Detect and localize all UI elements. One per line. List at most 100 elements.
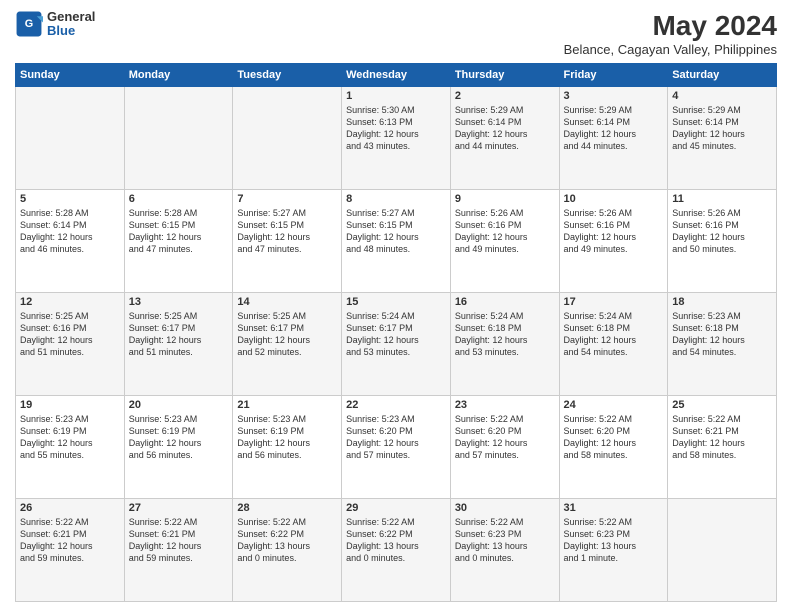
col-wednesday: Wednesday — [342, 64, 451, 87]
day-number: 19 — [20, 399, 120, 411]
day-number: 20 — [129, 399, 229, 411]
table-row: 2 Sunrise: 5:29 AM Sunset: 6:14 PM Daylig… — [450, 87, 559, 190]
calendar-header-row: Sunday Monday Tuesday Wednesday Thursday… — [16, 64, 777, 87]
day-info: Sunrise: 5:22 AM Sunset: 6:20 PM Dayligh… — [564, 413, 664, 462]
day-info: Sunrise: 5:24 AM Sunset: 6:18 PM Dayligh… — [564, 310, 664, 359]
table-row: 27Sunrise: 5:22 AM Sunset: 6:21 PM Dayli… — [124, 499, 233, 602]
table-row: 21 Sunrise: 5:23 AM Sunset: 6:19 PM Dayli… — [233, 396, 342, 499]
table-row: 1Sunrise: 5:30 AM Sunset: 6:13 PM Daylig… — [342, 87, 451, 190]
table-row: 12Sunrise: 5:25 AM Sunset: 6:16 PM Dayli… — [16, 293, 125, 396]
day-number: 29 — [346, 502, 446, 514]
col-thursday: Thursday — [450, 64, 559, 87]
day-info: Sunrise: 5:23 AM Sunset: 6:18 PM Dayligh… — [672, 310, 772, 359]
calendar-week-4: 19 Sunrise: 5:23 AM Sunset: 6:19 PM Dayli… — [16, 396, 777, 499]
table-row: 5Sunrise: 5:28 AM Sunset: 6:14 PM Daylig… — [16, 190, 125, 293]
table-row — [16, 87, 125, 190]
day-number: 14 — [237, 296, 337, 308]
day-number: 22 — [346, 399, 446, 411]
col-monday: Monday — [124, 64, 233, 87]
calendar-week-2: 5Sunrise: 5:28 AM Sunset: 6:14 PM Daylig… — [16, 190, 777, 293]
table-row: 17 Sunrise: 5:24 AM Sunset: 6:18 PM Dayli… — [559, 293, 668, 396]
table-row: 13Sunrise: 5:25 AM Sunset: 6:17 PM Dayli… — [124, 293, 233, 396]
day-info: Sunrise: 5:22 AM Sunset: 6:23 PM Dayligh… — [564, 516, 664, 565]
logo-general-text: General — [47, 10, 95, 24]
day-number: 30 — [455, 502, 555, 514]
table-row — [233, 87, 342, 190]
table-row: 26Sunrise: 5:22 AM Sunset: 6:21 PM Dayli… — [16, 499, 125, 602]
svg-text:G: G — [25, 18, 33, 30]
day-number: 23 — [455, 399, 555, 411]
day-info: Sunrise: 5:25 AM Sunset: 6:17 PM Dayligh… — [237, 310, 337, 359]
logo-icon: G — [15, 10, 43, 38]
day-number: 1 — [346, 90, 446, 102]
day-info: Sunrise: 5:23 AM Sunset: 6:19 PM Dayligh… — [20, 413, 120, 462]
table-row: 3 Sunrise: 5:29 AM Sunset: 6:14 PM Daylig… — [559, 87, 668, 190]
day-info: Sunrise: 5:22 AM Sunset: 6:20 PM Dayligh… — [455, 413, 555, 462]
day-info: Sunrise: 5:22 AM Sunset: 6:23 PM Dayligh… — [455, 516, 555, 565]
day-info: Sunrise: 5:28 AM Sunset: 6:15 PM Dayligh… — [129, 207, 229, 256]
day-info: Sunrise: 5:26 AM Sunset: 6:16 PM Dayligh… — [455, 207, 555, 256]
table-row — [668, 499, 777, 602]
day-number: 31 — [564, 502, 664, 514]
day-number: 9 — [455, 193, 555, 205]
table-row: 18 Sunrise: 5:23 AM Sunset: 6:18 PM Dayli… — [668, 293, 777, 396]
table-row: 29Sunrise: 5:22 AM Sunset: 6:22 PM Dayli… — [342, 499, 451, 602]
day-info: Sunrise: 5:23 AM Sunset: 6:20 PM Dayligh… — [346, 413, 446, 462]
day-info: Sunrise: 5:23 AM Sunset: 6:19 PM Dayligh… — [129, 413, 229, 462]
table-row: 30 Sunrise: 5:22 AM Sunset: 6:23 PM Dayli… — [450, 499, 559, 602]
table-row: 7 Sunrise: 5:27 AM Sunset: 6:15 PM Daylig… — [233, 190, 342, 293]
day-info: Sunrise: 5:27 AM Sunset: 6:15 PM Dayligh… — [346, 207, 446, 256]
day-info: Sunrise: 5:23 AM Sunset: 6:19 PM Dayligh… — [237, 413, 337, 462]
day-info: Sunrise: 5:26 AM Sunset: 6:16 PM Dayligh… — [672, 207, 772, 256]
table-row: 11Sunrise: 5:26 AM Sunset: 6:16 PM Dayli… — [668, 190, 777, 293]
day-number: 21 — [237, 399, 337, 411]
day-info: Sunrise: 5:26 AM Sunset: 6:16 PM Dayligh… — [564, 207, 664, 256]
calendar-table: Sunday Monday Tuesday Wednesday Thursday… — [15, 63, 777, 602]
table-row: 20 Sunrise: 5:23 AM Sunset: 6:19 PM Dayli… — [124, 396, 233, 499]
table-row: 28 Sunrise: 5:22 AM Sunset: 6:22 PM Dayli… — [233, 499, 342, 602]
day-number: 17 — [564, 296, 664, 308]
table-row: 10 Sunrise: 5:26 AM Sunset: 6:16 PM Dayli… — [559, 190, 668, 293]
day-info: Sunrise: 5:22 AM Sunset: 6:22 PM Dayligh… — [237, 516, 337, 565]
logo-blue-text: Blue — [47, 24, 95, 38]
logo-text: General Blue — [47, 10, 95, 39]
day-info: Sunrise: 5:28 AM Sunset: 6:14 PM Dayligh… — [20, 207, 120, 256]
day-number: 24 — [564, 399, 664, 411]
day-number: 18 — [672, 296, 772, 308]
day-number: 8 — [346, 193, 446, 205]
day-info: Sunrise: 5:29 AM Sunset: 6:14 PM Dayligh… — [672, 104, 772, 153]
day-number: 4 — [672, 90, 772, 102]
day-number: 7 — [237, 193, 337, 205]
title-area: May 2024 Belance, Cagayan Valley, Philip… — [564, 10, 777, 57]
day-info: Sunrise: 5:29 AM Sunset: 6:14 PM Dayligh… — [564, 104, 664, 153]
page: G General Blue May 2024 Belance, Cagayan… — [0, 0, 792, 612]
day-number: 27 — [129, 502, 229, 514]
day-number: 25 — [672, 399, 772, 411]
table-row: 8 Sunrise: 5:27 AM Sunset: 6:15 PM Daylig… — [342, 190, 451, 293]
day-info: Sunrise: 5:27 AM Sunset: 6:15 PM Dayligh… — [237, 207, 337, 256]
day-info: Sunrise: 5:25 AM Sunset: 6:16 PM Dayligh… — [20, 310, 120, 359]
table-row: 15Sunrise: 5:24 AM Sunset: 6:17 PM Dayli… — [342, 293, 451, 396]
day-info: Sunrise: 5:29 AM Sunset: 6:14 PM Dayligh… — [455, 104, 555, 153]
header: G General Blue May 2024 Belance, Cagayan… — [15, 10, 777, 57]
table-row — [124, 87, 233, 190]
col-saturday: Saturday — [668, 64, 777, 87]
calendar-week-3: 12Sunrise: 5:25 AM Sunset: 6:16 PM Dayli… — [16, 293, 777, 396]
table-row: 25Sunrise: 5:22 AM Sunset: 6:21 PM Dayli… — [668, 396, 777, 499]
table-row: 16Sunrise: 5:24 AM Sunset: 6:18 PM Dayli… — [450, 293, 559, 396]
day-number: 15 — [346, 296, 446, 308]
col-sunday: Sunday — [16, 64, 125, 87]
day-number: 10 — [564, 193, 664, 205]
main-title: May 2024 — [564, 10, 777, 42]
col-tuesday: Tuesday — [233, 64, 342, 87]
table-row: 6Sunrise: 5:28 AM Sunset: 6:15 PM Daylig… — [124, 190, 233, 293]
table-row: 4 Sunrise: 5:29 AM Sunset: 6:14 PM Daylig… — [668, 87, 777, 190]
col-friday: Friday — [559, 64, 668, 87]
calendar-week-1: 1Sunrise: 5:30 AM Sunset: 6:13 PM Daylig… — [16, 87, 777, 190]
day-number: 3 — [564, 90, 664, 102]
day-number: 2 — [455, 90, 555, 102]
table-row: 31 Sunrise: 5:22 AM Sunset: 6:23 PM Dayli… — [559, 499, 668, 602]
day-number: 28 — [237, 502, 337, 514]
table-row: 23 Sunrise: 5:22 AM Sunset: 6:20 PM Dayli… — [450, 396, 559, 499]
day-number: 26 — [20, 502, 120, 514]
